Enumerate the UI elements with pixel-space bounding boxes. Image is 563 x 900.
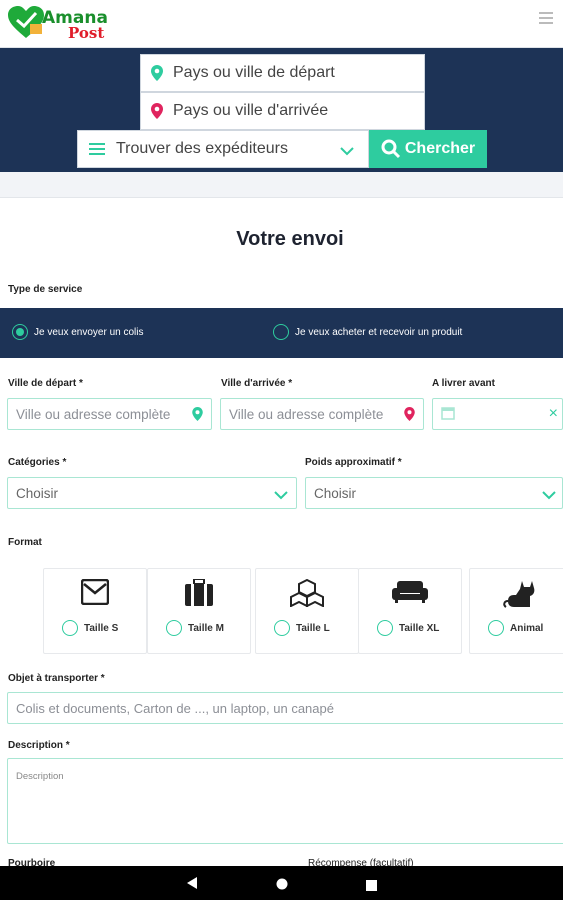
format-card-s[interactable]: Taille S <box>43 568 147 654</box>
format-option-s[interactable]: Taille S <box>62 620 118 636</box>
clear-date-icon[interactable]: × <box>549 405 558 423</box>
format-option-label: Taille S <box>84 622 119 634</box>
format-option-m[interactable]: Taille M <box>166 620 224 636</box>
object-field-placeholder: Colis et documents, Carton de ..., un la… <box>16 700 334 716</box>
map-pin-icon <box>141 103 173 119</box>
arrive-label: Ville d'arrivée * <box>221 378 293 389</box>
chevron-down-icon <box>542 488 556 503</box>
weight-select-value: Choisir <box>314 485 357 501</box>
search-button[interactable]: Chercher <box>369 130 487 168</box>
chevron-down-icon <box>274 488 288 503</box>
format-card-animal[interactable]: Animal <box>469 568 563 654</box>
search-arrive-placeholder: Pays ou ville d'arrivée <box>173 102 329 119</box>
map-pin-icon <box>141 65 173 81</box>
envelope-icon <box>44 579 146 605</box>
search-arrive-input[interactable]: Pays ou ville d'arrivée <box>140 92 425 130</box>
categories-select-value: Choisir <box>16 485 59 501</box>
service-option-buy-label: Je veux acheter et recevoir un produit <box>295 326 463 338</box>
arrive-field[interactable]: Ville ou adresse complète <box>220 398 424 430</box>
home-icon[interactable] <box>276 877 288 895</box>
categories-select[interactable]: Choisir <box>7 477 297 509</box>
object-field[interactable]: Colis et documents, Carton de ..., un la… <box>7 692 563 724</box>
format-option-label: Taille L <box>296 622 330 634</box>
system-navigation-bar <box>0 866 563 900</box>
calendar-icon <box>441 406 455 423</box>
suitcase-icon <box>148 579 250 607</box>
recents-icon[interactable] <box>366 878 377 896</box>
page-title: Votre envoi <box>236 228 344 250</box>
radio-unchecked-icon <box>377 620 393 636</box>
radio-unchecked-icon <box>488 620 504 636</box>
logo-text-post: Post <box>68 24 105 42</box>
search-mode-select[interactable]: Trouver des expéditeurs <box>77 130 369 168</box>
back-icon[interactable] <box>186 876 198 895</box>
description-placeholder: Description <box>16 771 64 782</box>
search-band: Pays ou ville de départ Pays ou ville d'… <box>0 48 563 172</box>
radio-checked-icon <box>12 324 28 340</box>
heart-logo-icon <box>8 6 44 38</box>
deliver-before-date-field[interactable]: × <box>432 398 563 430</box>
format-option-label: Taille M <box>188 622 224 634</box>
format-option-label: Taille XL <box>399 622 440 634</box>
format-option-animal[interactable]: Animal <box>488 620 543 636</box>
weight-select[interactable]: Choisir <box>305 477 563 509</box>
menu-icon[interactable] <box>539 12 553 24</box>
description-label: Description * <box>8 740 70 751</box>
deliver-before-label: A livrer avant <box>432 378 495 389</box>
radio-unchecked-icon <box>166 620 182 636</box>
service-option-buy[interactable]: Je veux acheter et recevoir un produit <box>273 324 462 340</box>
separator-strip <box>0 172 563 198</box>
search-depart-input[interactable]: Pays ou ville de départ <box>140 54 425 92</box>
format-card-xl[interactable]: Taille XL <box>358 568 462 654</box>
format-option-l[interactable]: Taille L <box>274 620 330 636</box>
top-bar: Amana Post <box>0 0 563 48</box>
object-label: Objet à transporter * <box>8 673 105 684</box>
radio-unchecked-icon <box>274 620 290 636</box>
filter-lines-icon <box>78 142 116 156</box>
search-icon <box>381 139 400 159</box>
description-textarea[interactable]: Description <box>7 758 563 844</box>
app-logo[interactable]: Amana Post <box>8 6 118 42</box>
service-type-bar: Je veux envoyer un colis Je veux acheter… <box>0 308 563 358</box>
categories-label: Catégories * <box>8 457 67 468</box>
search-button-label: Chercher <box>404 140 476 157</box>
format-option-xl[interactable]: Taille XL <box>377 620 439 636</box>
radio-unchecked-icon <box>62 620 78 636</box>
depart-field[interactable]: Ville ou adresse complète <box>7 398 212 430</box>
arrive-field-placeholder: Ville ou adresse complète <box>229 406 384 422</box>
search-depart-placeholder: Pays ou ville de départ <box>173 64 335 81</box>
format-label: Format <box>8 537 42 548</box>
boxes-icon <box>256 579 358 607</box>
chevron-down-icon <box>340 143 354 161</box>
search-mode-label: Trouver des expéditeurs <box>116 140 288 157</box>
service-option-send[interactable]: Je veux envoyer un colis <box>12 324 144 340</box>
cat-icon <box>470 579 563 609</box>
weight-label: Poids approximatif * <box>305 457 402 468</box>
service-type-label: Type de service <box>8 284 83 295</box>
format-card-m[interactable]: Taille M <box>147 568 251 654</box>
map-pin-icon <box>192 407 203 424</box>
sofa-icon <box>359 579 461 603</box>
format-option-label: Animal <box>510 622 544 634</box>
format-card-l[interactable]: Taille L <box>255 568 359 654</box>
map-pin-icon <box>404 407 415 424</box>
radio-unchecked-icon <box>273 324 289 340</box>
service-option-send-label: Je veux envoyer un colis <box>34 326 144 338</box>
depart-label: Ville de départ * <box>8 378 83 389</box>
depart-field-placeholder: Ville ou adresse complète <box>16 406 171 422</box>
